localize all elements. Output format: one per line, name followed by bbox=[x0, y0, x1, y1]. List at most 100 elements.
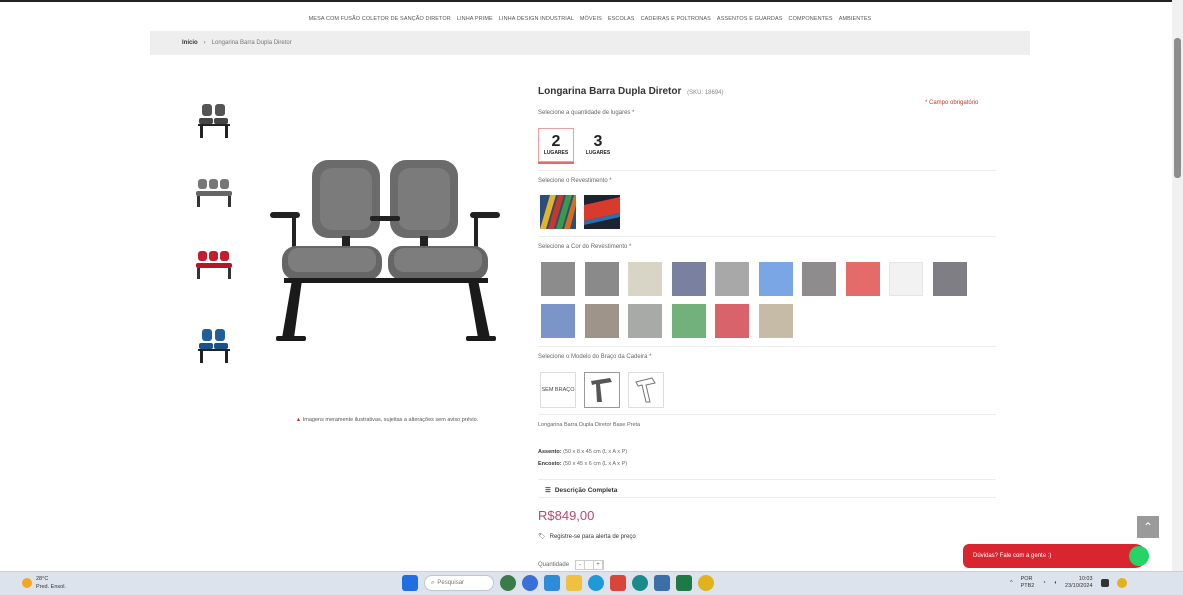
color-swatch[interactable] bbox=[628, 304, 662, 338]
quantity-value[interactable] bbox=[585, 561, 595, 569]
product-summary: Longarina Barra Dupla Diretor Base Preta bbox=[538, 422, 641, 428]
taskbar-apps: ⌕ Pesquisar bbox=[402, 575, 714, 591]
notification-icon[interactable] bbox=[1100, 579, 1109, 587]
thumbnail-red-3[interactable] bbox=[188, 238, 240, 290]
qty-seats-label: Selecione a quantidade de lugares * bbox=[538, 110, 635, 116]
search-placeholder: Pesquisar bbox=[437, 580, 465, 586]
search-icon: ⌕ bbox=[431, 579, 435, 586]
price-alert-text: Registre-se para alerta de preço bbox=[549, 533, 636, 540]
calculator-icon[interactable] bbox=[654, 575, 670, 591]
chat-widget[interactable]: Dúvidas? Fale com a gente :) bbox=[963, 544, 1149, 568]
quantity-stepper[interactable]: - + bbox=[575, 560, 605, 570]
color-swatch[interactable] bbox=[671, 304, 706, 338]
color-swatch[interactable] bbox=[584, 304, 619, 338]
windows-start-icon[interactable] bbox=[402, 575, 418, 591]
product-title-text: Longarina Barra Dupla Diretor bbox=[538, 86, 682, 97]
seat-dim-label: Assento: bbox=[538, 449, 562, 455]
nav-item[interactable]: AMBIENTES bbox=[839, 16, 872, 22]
chevron-up-icon[interactable]: ^ bbox=[1010, 580, 1013, 587]
divider bbox=[538, 236, 996, 237]
thumbnail-blue-2[interactable] bbox=[188, 320, 240, 372]
file-explorer-icon[interactable] bbox=[566, 575, 582, 591]
full-description-toggle[interactable]: ☰ Descrição Completa bbox=[545, 486, 617, 495]
top-border bbox=[0, 0, 1183, 2]
breadcrumb-home[interactable]: Início bbox=[182, 40, 198, 46]
nav-item[interactable]: CADEIRAS E POLTRONAS bbox=[641, 16, 711, 22]
wifi-icon[interactable]: ◔ bbox=[1042, 580, 1045, 587]
volume-icon[interactable]: ◖ bbox=[1054, 580, 1057, 587]
warning-icon: ▲ bbox=[295, 417, 302, 423]
thumbnail-gray-3[interactable] bbox=[188, 166, 240, 218]
chrome-icon[interactable] bbox=[698, 575, 714, 591]
color-swatch[interactable] bbox=[889, 262, 923, 296]
arm-label: Selecione o Modelo do Braço da Cadeira * bbox=[538, 354, 652, 360]
page-scrollbar[interactable] bbox=[1172, 0, 1183, 571]
sun-icon bbox=[22, 578, 32, 588]
color-swatch[interactable] bbox=[715, 304, 749, 338]
color-swatch[interactable] bbox=[541, 304, 575, 338]
excel-icon[interactable] bbox=[676, 575, 692, 591]
breadcrumb-separator: › bbox=[203, 40, 206, 46]
nav-item[interactable]: MÓVEIS bbox=[580, 16, 602, 22]
divider bbox=[538, 479, 996, 480]
plus-icon[interactable]: + bbox=[594, 561, 604, 569]
divider bbox=[538, 414, 996, 415]
price-alert-link[interactable]: 🏷 Registre-se para alerta de preço bbox=[538, 533, 636, 541]
product-price: R$849,00 bbox=[538, 508, 595, 523]
fabric-option-multicolor[interactable] bbox=[540, 195, 576, 229]
color-swatch[interactable] bbox=[758, 304, 793, 338]
color-swatch[interactable] bbox=[671, 262, 706, 296]
color-swatch[interactable] bbox=[802, 262, 836, 296]
edge-icon[interactable] bbox=[588, 575, 604, 591]
nav-item[interactable]: LINHA PRIME bbox=[457, 16, 493, 22]
list-icon: ☰ bbox=[545, 487, 551, 494]
language-indicator[interactable]: POR PTB2 bbox=[1021, 576, 1035, 590]
chrome-tray-icon[interactable] bbox=[1116, 578, 1127, 588]
nav-item[interactable]: LINHA DESIGN INDUSTRIAL bbox=[499, 16, 574, 22]
clock-time: 10:03 bbox=[1078, 576, 1093, 582]
fabric-option-red[interactable] bbox=[584, 195, 620, 229]
nav-item[interactable]: ASSENTOS E GUARDAS bbox=[717, 16, 783, 22]
chevron-up-icon: ⌃ bbox=[1142, 520, 1154, 534]
clock[interactable]: 10:03 23/10/2024 bbox=[1065, 576, 1093, 590]
seats-count: 2 bbox=[551, 133, 561, 150]
weather-widget[interactable]: 28°C Pred. Ensol. bbox=[22, 575, 66, 591]
whatsapp-icon bbox=[1129, 546, 1149, 566]
seats-option-2[interactable]: 2 LUGARES bbox=[538, 128, 574, 162]
chair-image bbox=[270, 160, 500, 341]
chair-thumb-icon bbox=[198, 104, 230, 138]
seats-option-3[interactable]: 3 LUGARES bbox=[580, 128, 616, 162]
thumbnail-gray-2[interactable] bbox=[188, 95, 240, 147]
arm-option-none[interactable]: SEM BRAÇO bbox=[540, 372, 576, 408]
store-icon[interactable] bbox=[544, 575, 560, 591]
color-swatch[interactable] bbox=[584, 262, 619, 296]
divider bbox=[538, 346, 996, 347]
fabric-label: Selecione o Revestimento * bbox=[538, 178, 612, 184]
scrollbar-thumb[interactable] bbox=[1174, 38, 1181, 178]
taskbar-search[interactable]: ⌕ Pesquisar bbox=[424, 575, 494, 591]
color-swatch[interactable] bbox=[758, 262, 793, 296]
color-label: Selecione a Cor do Revestimento * bbox=[538, 244, 632, 250]
copilot-icon[interactable] bbox=[500, 575, 516, 591]
browser-page: MESA COM FUSÃO COLETOR DE SANÇÃO DIRETOR… bbox=[0, 0, 1183, 595]
widgets-icon[interactable] bbox=[522, 575, 538, 591]
clock-date: 23/10/2024 bbox=[1065, 583, 1093, 589]
arm-option-a[interactable] bbox=[584, 372, 620, 408]
color-swatch[interactable] bbox=[541, 262, 575, 296]
scroll-to-top-button[interactable]: ⌃ bbox=[1137, 516, 1159, 538]
app-icon[interactable] bbox=[610, 575, 626, 591]
product-main-image bbox=[262, 120, 512, 365]
color-swatch[interactable] bbox=[845, 262, 880, 296]
minus-icon[interactable]: - bbox=[576, 561, 586, 569]
arm-option-b[interactable] bbox=[628, 372, 664, 408]
breadcrumb-current: Longarina Barra Dupla Diretor bbox=[211, 40, 292, 46]
seat-dim-value: (50 x 8 x 45 cm (L x A x P) bbox=[563, 449, 628, 455]
color-swatch[interactable] bbox=[932, 262, 967, 296]
color-swatch[interactable] bbox=[715, 262, 749, 296]
color-swatch[interactable] bbox=[628, 262, 662, 296]
nav-item[interactable]: MESA COM FUSÃO COLETOR DE SANÇÃO DIRETOR bbox=[309, 16, 451, 22]
nav-item[interactable]: COMPONENTES bbox=[789, 16, 833, 22]
settings-icon[interactable] bbox=[632, 575, 648, 591]
tag-icon: 🏷 bbox=[538, 534, 546, 540]
nav-item[interactable]: ESCOLAS bbox=[608, 16, 635, 22]
